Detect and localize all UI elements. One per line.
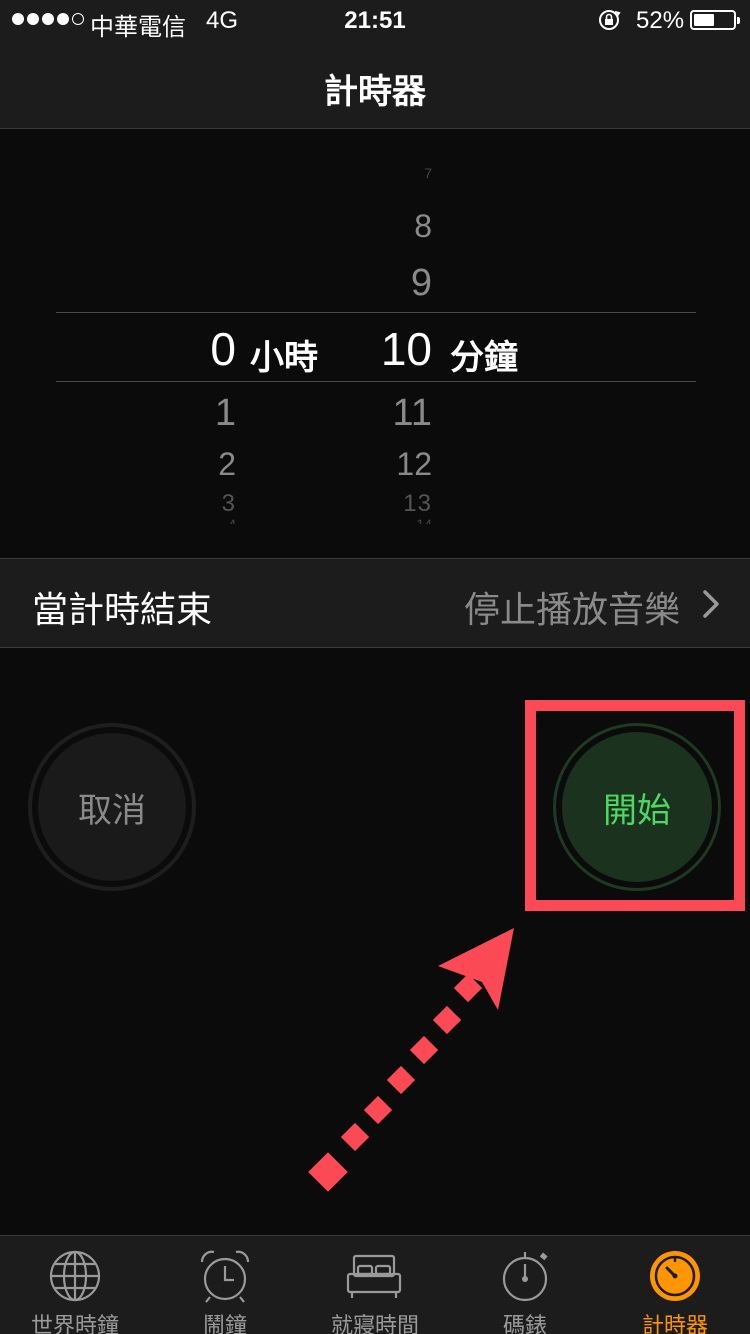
cancel-button[interactable]: 取消	[38, 733, 186, 881]
minute-selected-value[interactable]: 10	[330, 322, 432, 376]
timer-icon	[650, 1251, 700, 1301]
when-timer-ends-row[interactable]: 當計時結束 停止播放音樂	[0, 558, 750, 648]
selection-bottom-line	[56, 381, 696, 382]
battery-percentage: 52%	[636, 7, 685, 34]
duration-picker[interactable]: 7 8 9 0 小時 10 分鐘 1 2 3 4 11 12 13 14	[0, 130, 750, 558]
page-title: 計時器	[324, 73, 426, 111]
tab-bedtime[interactable]: 就寢時間	[300, 1236, 450, 1334]
minute-option[interactable]: 13	[330, 490, 432, 512]
hour-option[interactable]: 4	[150, 516, 236, 524]
status-bar: 中華電信 4G 21:51 52%	[0, 0, 750, 41]
minute-option[interactable]: 14	[330, 516, 432, 524]
cancel-button-ring: 取消	[28, 723, 196, 891]
when-timer-ends-label: 當計時結束	[32, 589, 213, 630]
minute-option[interactable]: 9	[330, 262, 432, 305]
tab-world-clock[interactable]: 世界時鐘	[0, 1236, 150, 1334]
tab-label: 計時器	[641, 1313, 708, 1334]
alarm-clock-icon	[200, 1250, 250, 1303]
hour-selected-value[interactable]: 0	[150, 322, 236, 376]
tab-label: 鬧鐘	[202, 1313, 247, 1334]
tab-label: 就寢時間	[330, 1313, 419, 1334]
tab-timer[interactable]: 計時器	[600, 1236, 750, 1334]
hour-option[interactable]: 1	[150, 392, 236, 435]
hour-option[interactable]: 3	[150, 490, 236, 512]
chevron-right-icon	[703, 590, 719, 618]
battery-icon	[690, 10, 740, 30]
selection-top-line	[56, 312, 696, 313]
minute-option[interactable]: 7	[330, 165, 432, 183]
navigation-bar: 計時器	[0, 40, 750, 129]
tab-stopwatch[interactable]: 碼錶	[450, 1236, 600, 1334]
bed-icon	[346, 1254, 402, 1298]
highlight-box	[525, 700, 745, 911]
tab-label: 世界時鐘	[30, 1313, 119, 1334]
minute-option[interactable]: 11	[330, 392, 432, 435]
when-timer-ends-value: 停止播放音樂	[463, 589, 680, 630]
globe-icon	[49, 1250, 101, 1302]
rotation-lock-icon	[599, 10, 621, 30]
hour-option[interactable]: 2	[150, 446, 236, 483]
tab-label: 碼錶	[502, 1313, 547, 1334]
tab-bar: 世界時鐘 鬧鐘 就寢時間 碼錶 計時器	[0, 1235, 750, 1334]
annotation-arrow-icon	[308, 928, 514, 1192]
hour-unit-label: 小時	[250, 339, 318, 377]
minute-option[interactable]: 12	[330, 446, 432, 483]
stopwatch-icon	[502, 1252, 548, 1302]
minute-option[interactable]: 8	[330, 208, 432, 245]
tab-alarm[interactable]: 鬧鐘	[150, 1236, 300, 1334]
minute-unit-label: 分鐘	[450, 339, 518, 377]
